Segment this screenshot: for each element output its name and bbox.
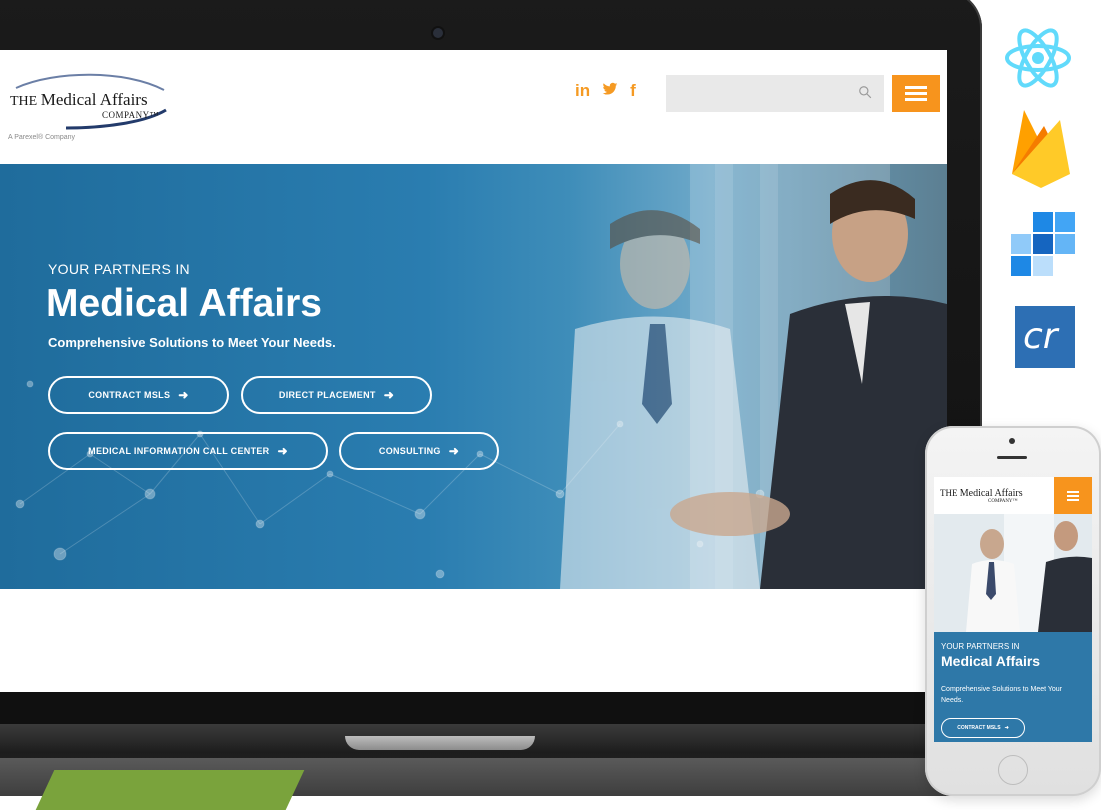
button-label: DIRECT PLACEMENT bbox=[278, 390, 376, 400]
arrow-right-icon: ➜ bbox=[383, 388, 395, 402]
phone-contract-msls-button[interactable]: CONTRACT MSLS ➜ bbox=[941, 718, 1025, 738]
phone-hero-kicker: YOUR PARTNERS IN bbox=[941, 642, 1020, 651]
medical-information-call-center-button[interactable]: MEDICAL INFORMATION CALL CENTER ➜ bbox=[48, 432, 328, 470]
squares-icon bbox=[1011, 212, 1075, 276]
firebase-icon bbox=[1012, 110, 1070, 188]
arrow-right-icon: ➜ bbox=[448, 444, 460, 458]
consulting-button[interactable]: CONSULTING ➜ bbox=[339, 432, 499, 470]
phone-hamburger-menu-button[interactable] bbox=[1054, 477, 1092, 514]
arrow-right-icon: ➜ bbox=[277, 444, 288, 458]
laptop-hinge-notch bbox=[345, 736, 535, 750]
phone-camera bbox=[1009, 438, 1015, 444]
react-icon bbox=[1005, 28, 1071, 88]
button-label: MEDICAL INFORMATION CALL CENTER bbox=[88, 446, 270, 456]
cr-icon: cr bbox=[1015, 306, 1075, 368]
phone-screen: THE Medical Affairs COMPANY™ YOUR PARTNE… bbox=[934, 477, 1092, 742]
menu-bar bbox=[1067, 494, 1079, 497]
menu-bar bbox=[1067, 498, 1079, 501]
button-label: CONSULTING bbox=[378, 446, 441, 456]
phone-hero-title: Medical Affairs bbox=[941, 653, 1041, 669]
search-input[interactable] bbox=[666, 75, 884, 112]
facebook-icon[interactable]: f bbox=[630, 81, 636, 102]
phone-speaker bbox=[997, 456, 1027, 459]
logo-main-name: Medical Affairs bbox=[40, 90, 148, 109]
arrow-right-icon: ➜ bbox=[178, 388, 189, 402]
content-area bbox=[0, 589, 947, 692]
company-logo[interactable]: THE Medical Affairs COMPANY™ A Parexel® … bbox=[6, 72, 176, 141]
phone-logo-company: COMPANY™ bbox=[988, 499, 1018, 504]
phone-hero-image bbox=[934, 514, 1092, 632]
menu-bar bbox=[905, 86, 927, 89]
phone-hero-panel: YOUR PARTNERS IN Medical Affairs Compreh… bbox=[934, 632, 1092, 742]
site-header: THE Medical Affairs COMPANY™ A Parexel® … bbox=[0, 50, 947, 164]
phone-home-button[interactable] bbox=[998, 755, 1028, 785]
menu-bar bbox=[1067, 490, 1079, 493]
phone-device: THE Medical Affairs COMPANY™ YOUR PARTNE… bbox=[925, 426, 1101, 796]
hero-banner: YOUR PARTNERS IN Medical Affairs Compreh… bbox=[0, 164, 947, 589]
phone-logo-name: Medical Affairs bbox=[959, 488, 1023, 499]
laptop-screen: THE Medical Affairs COMPANY™ A Parexel® … bbox=[0, 50, 947, 692]
phone-logo-prefix: THE bbox=[940, 488, 958, 498]
phone-hero-subtitle: Comprehensive Solutions to Meet Your Nee… bbox=[941, 686, 1063, 704]
button-label: CONTRACT MSLS bbox=[88, 390, 171, 400]
hamburger-menu-button[interactable] bbox=[892, 75, 940, 112]
linkedin-icon[interactable]: in bbox=[575, 81, 590, 102]
arrow-right-icon: ➜ bbox=[1004, 725, 1009, 731]
direct-placement-button[interactable]: DIRECT PLACEMENT ➜ bbox=[241, 376, 432, 414]
logo-tagline: A Parexel® Company bbox=[8, 134, 76, 141]
cr-icon-text: cr bbox=[1023, 316, 1058, 357]
logo-company-word: COMPANY™ bbox=[102, 110, 160, 120]
logo-prefix: THE bbox=[10, 94, 38, 109]
phone-header: THE Medical Affairs COMPANY™ bbox=[934, 477, 1092, 514]
search-icon[interactable] bbox=[858, 85, 872, 99]
contract-msls-button[interactable]: CONTRACT MSLS ➜ bbox=[48, 376, 229, 414]
hero-title: Medical Affairs bbox=[46, 282, 322, 325]
hero-kicker: YOUR PARTNERS IN bbox=[48, 261, 190, 277]
phone-handshake-image bbox=[934, 514, 1092, 632]
menu-bar bbox=[905, 92, 927, 95]
phone-logo[interactable]: THE Medical Affairs COMPANY™ bbox=[940, 488, 1023, 504]
hero-subtitle: Comprehensive Solutions to Meet Your Nee… bbox=[48, 335, 336, 350]
menu-bar bbox=[905, 98, 927, 101]
button-label: CONTRACT MSLS bbox=[957, 725, 1001, 731]
social-links: in f bbox=[575, 81, 636, 102]
logo-name: THE Medical Affairs bbox=[10, 90, 148, 110]
green-decor-shape bbox=[35, 770, 305, 810]
laptop-camera bbox=[433, 28, 443, 38]
twitter-icon[interactable] bbox=[602, 81, 618, 102]
